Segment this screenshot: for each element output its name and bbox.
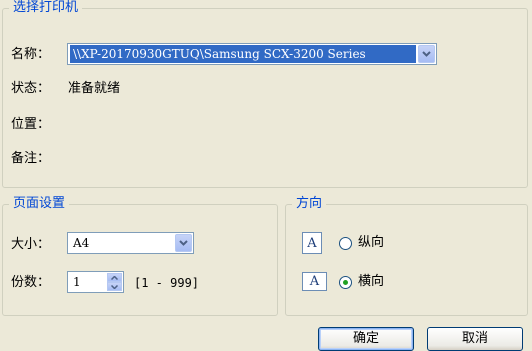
comment-label: 备注：	[11, 151, 51, 166]
copies-label: 份数：	[11, 275, 51, 290]
landscape-label[interactable]: 横向	[358, 273, 384, 291]
portrait-icon: A	[302, 232, 322, 254]
page-setup-legend: 页面设置	[9, 195, 70, 213]
copies-value: 1	[73, 275, 81, 289]
location-label: 位置：	[11, 117, 51, 132]
chevron-up-icon	[111, 275, 118, 280]
status-value: 准备就绪	[68, 81, 121, 96]
portrait-radio[interactable]	[339, 237, 352, 250]
printer-dropdown-button[interactable]	[418, 45, 435, 63]
copies-range: [1 - 999]	[134, 276, 200, 290]
cancel-button[interactable]: 取消	[427, 327, 523, 351]
page-setup-group: 页面设置	[2, 195, 278, 316]
chevron-down-icon	[179, 240, 188, 246]
landscape-icon-letter: A	[309, 274, 320, 289]
portrait-icon-letter: A	[307, 235, 317, 251]
printer-name-value: \\XP-20170930GTUQ\Samsung SCX-3200 Serie…	[70, 45, 416, 63]
status-label: 状态：	[11, 81, 51, 96]
printer-name-select[interactable]: \\XP-20170930GTUQ\Samsung SCX-3200 Serie…	[67, 43, 437, 65]
printer-name-label: 名称：	[11, 47, 51, 62]
landscape-icon: A	[302, 272, 327, 291]
orientation-group: 方向	[285, 195, 528, 316]
chevron-down-icon	[111, 284, 118, 289]
copies-increment-button[interactable]	[107, 273, 122, 282]
printer-group: 选择打印机	[2, 0, 528, 188]
paper-size-value: A4	[73, 236, 90, 250]
size-label: 大小：	[11, 237, 51, 252]
paper-size-dropdown-button[interactable]	[175, 234, 192, 252]
chevron-down-icon	[422, 51, 431, 57]
landscape-radio[interactable]	[339, 276, 352, 289]
paper-size-select[interactable]: A4	[67, 232, 194, 254]
orientation-legend: 方向	[292, 195, 327, 213]
printer-group-legend: 选择打印机	[9, 0, 83, 17]
ok-button[interactable]: 确定	[318, 327, 414, 351]
landscape-radio-dot	[343, 280, 348, 285]
portrait-label[interactable]: 纵向	[358, 234, 384, 252]
copies-decrement-button[interactable]	[107, 282, 122, 291]
copies-stepper[interactable]: 1	[67, 271, 124, 293]
copies-spin[interactable]	[107, 273, 122, 291]
